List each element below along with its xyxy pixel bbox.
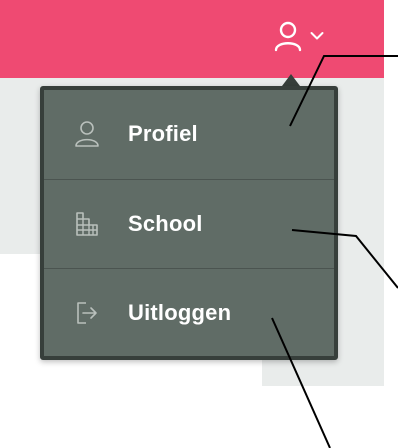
menu-item-school[interactable]: School	[44, 179, 334, 268]
menu-item-label: Profiel	[128, 121, 198, 146]
menu-item-profiel[interactable]: Profiel	[44, 90, 334, 178]
user-icon	[274, 20, 302, 52]
dropdown-caret	[282, 74, 300, 86]
menu-item-uitloggen[interactable]: Uitloggen	[44, 268, 334, 357]
user-icon	[74, 120, 110, 148]
menu-item-label: School	[128, 211, 203, 236]
screenshot-stage: Profiel School Uitloggen	[0, 0, 398, 448]
logout-icon	[74, 300, 110, 326]
building-icon	[74, 211, 110, 237]
user-menu-button[interactable]	[262, 16, 336, 56]
user-dropdown-menu: Profiel School Uitloggen	[40, 86, 338, 360]
menu-item-label: Uitloggen	[128, 300, 232, 325]
chevron-down-icon	[310, 31, 324, 41]
